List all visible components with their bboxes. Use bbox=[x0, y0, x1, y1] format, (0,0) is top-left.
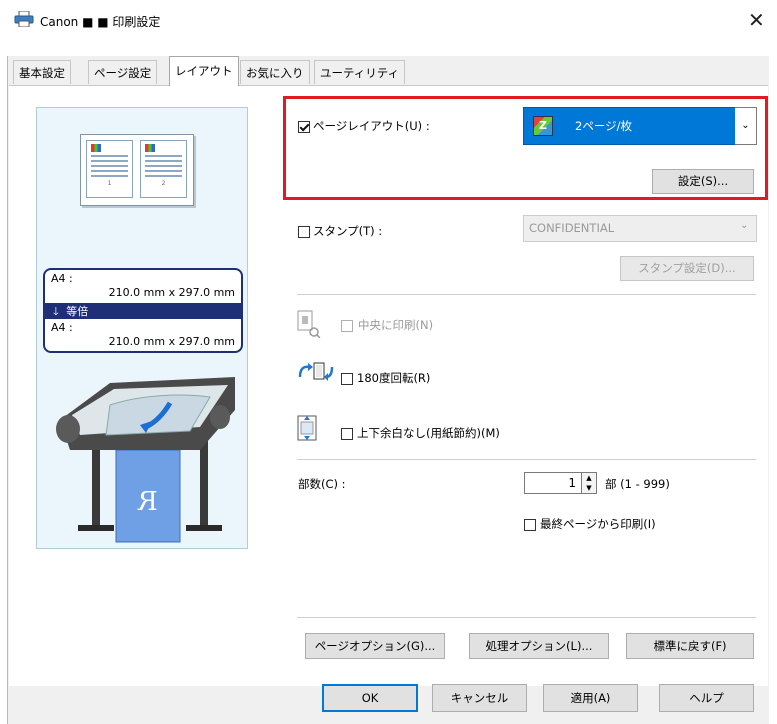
last-page-label: 最終ページから印刷(I) bbox=[540, 517, 656, 531]
tab-page-setup[interactable]: ページ設定 bbox=[88, 60, 158, 84]
printer-illustration: R bbox=[50, 365, 242, 545]
printer-icon bbox=[14, 10, 34, 28]
stamp-value: CONFIDENTIAL bbox=[529, 221, 615, 235]
cancel-button[interactable]: キャンセル bbox=[432, 684, 527, 712]
page-number: 1 bbox=[107, 180, 112, 187]
layout-settings-button[interactable]: 設定(S)... bbox=[652, 169, 754, 194]
preview-page-2: 2 bbox=[140, 140, 187, 198]
scale-label: 等倍 bbox=[66, 305, 89, 318]
input-paper-label: A4 : bbox=[51, 272, 73, 285]
copies-label: 部数(C) : bbox=[298, 477, 346, 491]
stamp-checkbox[interactable] bbox=[298, 224, 310, 238]
output-paper-size: 210.0 mm x 297.0 mm bbox=[108, 335, 235, 348]
window-title: Canon ■ ■ 印刷設定 bbox=[40, 15, 161, 29]
margin-icon bbox=[297, 415, 319, 443]
copies-spinner[interactable]: ▲ ▼ bbox=[582, 472, 597, 494]
close-icon[interactable]: ✕ bbox=[748, 8, 765, 32]
checkbox[interactable] bbox=[341, 427, 353, 440]
center-print-icon bbox=[297, 310, 321, 339]
chevron-down-icon[interactable]: ⌄ bbox=[735, 107, 757, 145]
copies-input[interactable]: 1 bbox=[524, 472, 582, 494]
checkbox[interactable] bbox=[298, 225, 310, 238]
preview-page-1: 1 bbox=[86, 140, 133, 198]
rotate-icon bbox=[296, 361, 336, 383]
chevron-down-icon: ⌄ bbox=[740, 220, 749, 231]
separator bbox=[297, 617, 756, 618]
processing-options-button[interactable]: 処理オプション(L)... bbox=[469, 633, 609, 659]
copies-range: 部 (1 - 999) bbox=[605, 477, 670, 491]
restore-defaults-button[interactable]: 標準に戻す(F) bbox=[626, 633, 754, 659]
checkbox[interactable] bbox=[341, 319, 353, 332]
paper-size-box: A4 : 210.0 mm x 297.0 mm 🡓 等倍 A4 : 210.0… bbox=[43, 268, 243, 353]
apply-button[interactable]: 適用(A) bbox=[543, 684, 638, 712]
input-paper-size: 210.0 mm x 297.0 mm bbox=[108, 286, 235, 299]
center-print-label: 中央に印刷(N) bbox=[358, 318, 434, 332]
checkbox-checked[interactable] bbox=[298, 120, 310, 133]
rotate-180-checkbox[interactable] bbox=[341, 371, 353, 385]
separator bbox=[297, 294, 756, 295]
stamp-label: スタンプ(T) : bbox=[313, 224, 383, 238]
help-button[interactable]: ヘルプ bbox=[659, 684, 754, 712]
tab-favorites[interactable]: お気に入り bbox=[240, 60, 310, 84]
separator bbox=[297, 459, 756, 460]
tab-layout[interactable]: レイアウト bbox=[169, 56, 239, 86]
page-layout-checkbox[interactable] bbox=[298, 119, 310, 133]
center-print-checkbox[interactable] bbox=[341, 318, 353, 332]
no-margin-label: 上下余白なし(用紙節約)(M) bbox=[357, 426, 500, 440]
last-page-checkbox[interactable] bbox=[524, 517, 536, 531]
output-paper-label: A4 : bbox=[51, 321, 73, 334]
page-layout-value: 2ページ/枚 bbox=[575, 119, 632, 133]
checkbox[interactable] bbox=[524, 518, 536, 531]
spin-up-icon[interactable]: ▲ bbox=[582, 473, 596, 483]
page-number: 2 bbox=[161, 180, 166, 187]
stamp-settings-button[interactable]: スタンプ設定(D)... bbox=[620, 256, 754, 281]
ok-button[interactable]: OK bbox=[322, 684, 418, 712]
arrow-down-icon: 🡓 bbox=[53, 305, 59, 318]
layout-icon: Z bbox=[533, 116, 553, 136]
tab-basic-settings[interactable]: 基本設定 bbox=[13, 60, 71, 84]
rotate-180-label: 180度回転(R) bbox=[357, 371, 431, 385]
scale-bar: 🡓 等倍 bbox=[45, 303, 241, 319]
svg-text:R: R bbox=[137, 487, 158, 517]
checkbox[interactable] bbox=[341, 372, 353, 385]
page-layout-label: ページレイアウト(U) : bbox=[313, 119, 430, 133]
page-options-button[interactable]: ページオプション(G)... bbox=[305, 633, 445, 659]
no-margin-checkbox[interactable] bbox=[341, 426, 353, 440]
tab-utility[interactable]: ユーティリティ bbox=[314, 60, 406, 84]
spin-down-icon[interactable]: ▼ bbox=[582, 483, 596, 493]
